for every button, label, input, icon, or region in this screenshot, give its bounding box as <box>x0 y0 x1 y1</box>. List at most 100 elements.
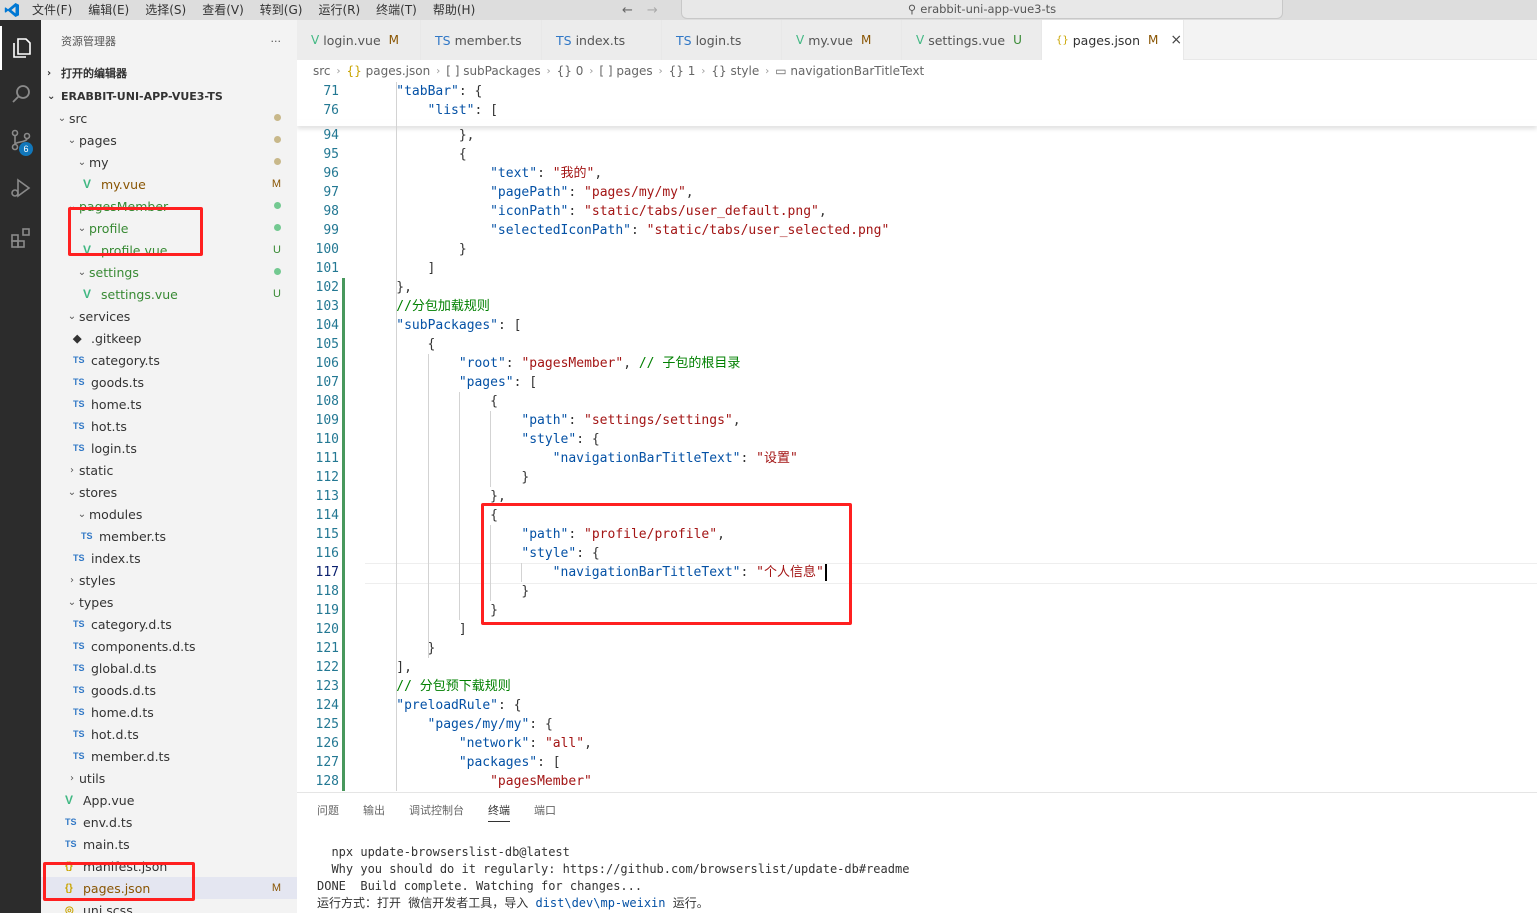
menu-item[interactable]: 选择(S) <box>137 0 194 20</box>
code-line[interactable]: 95 { <box>297 145 1537 164</box>
tree-item[interactable]: {} pages.json M <box>41 877 297 899</box>
explorer-icon[interactable] <box>0 26 41 70</box>
code-line[interactable]: 112} <box>297 468 1537 487</box>
editor-tab[interactable]: TS index.ts <box>542 20 662 60</box>
tree-item[interactable]: Vmy.vue M <box>41 173 297 195</box>
panel-tab[interactable]: 调试控制台 <box>409 802 464 818</box>
tree-item[interactable]: ⌄ profile <box>41 217 297 239</box>
menu-item[interactable]: 查看(V) <box>194 0 252 20</box>
search-view-icon[interactable] <box>0 72 41 116</box>
more-actions-icon[interactable]: ··· <box>271 35 282 48</box>
code-line[interactable]: 105 { <box>297 335 1537 354</box>
breadcrumb-item[interactable]: [ ] pages <box>599 64 652 78</box>
tree-item[interactable]: TS hot.d.ts <box>41 723 297 745</box>
tree-item[interactable]: › styles <box>41 569 297 591</box>
close-icon[interactable]: × <box>1170 32 1182 48</box>
editor-tab[interactable]: Vlogin.vue M <box>297 20 421 60</box>
code-line[interactable]: 103 //分包加载规则 <box>297 297 1537 316</box>
code-line[interactable]: 99 "selectedIconPath": "static/tabs/user_… <box>297 221 1537 240</box>
menu-item[interactable]: 终端(T) <box>368 0 425 20</box>
tree-item[interactable]: ⌄ services <box>41 305 297 327</box>
run-debug-icon[interactable] <box>0 166 41 210</box>
tree-item[interactable]: › utils <box>41 767 297 789</box>
breadcrumb-item[interactable]: {} pages.json <box>347 64 431 78</box>
code-line[interactable]: 94}, <box>297 126 1537 145</box>
code-line[interactable]: 102}, <box>297 278 1537 297</box>
code-line[interactable]: 119} <box>297 601 1537 620</box>
open-editors-section[interactable]: › 打开的编辑器 <box>41 62 297 84</box>
menu-item[interactable]: 编辑(E) <box>80 0 137 20</box>
code-line[interactable]: 108 { <box>297 392 1537 411</box>
code-line[interactable]: 123 // 分包预下载规则 <box>297 677 1537 696</box>
code-line[interactable]: 118} <box>297 582 1537 601</box>
project-section[interactable]: ⌄ ERABBIT-UNI-APP-VUE3-TS <box>41 85 297 107</box>
code-line[interactable]: 110 "style": { <box>297 430 1537 449</box>
tree-item[interactable]: TS category.ts <box>41 349 297 371</box>
terminal-path-link[interactable]: dist\dev\mp-weixin <box>535 896 665 910</box>
breadcrumb-item[interactable]: {} 1 <box>669 64 696 78</box>
menu-item[interactable]: 文件(F) <box>24 0 80 20</box>
code-line[interactable]: 104 "subPackages": [ <box>297 316 1537 335</box>
code-line[interactable]: 128 "pagesMember" <box>297 772 1537 791</box>
tree-item[interactable]: TS goods.ts <box>41 371 297 393</box>
panel-tab[interactable]: 问题 <box>317 802 339 818</box>
code-line[interactable]: 122], <box>297 658 1537 677</box>
panel-tab[interactable]: 端口 <box>534 802 556 818</box>
forward-arrow-icon[interactable]: → <box>647 3 658 18</box>
tree-item[interactable]: TS category.d.ts <box>41 613 297 635</box>
tree-item[interactable]: ⌄ src <box>41 107 297 129</box>
tree-item[interactable]: TS member.ts <box>41 525 297 547</box>
tree-item[interactable]: ⌄ stores <box>41 481 297 503</box>
code-line[interactable]: 121} <box>297 639 1537 658</box>
tree-item[interactable]: ⌄ modules <box>41 503 297 525</box>
tree-item[interactable]: TS components.d.ts <box>41 635 297 657</box>
panel-tab[interactable]: 终端 <box>488 802 510 822</box>
code-line[interactable]: 114 { <box>297 506 1537 525</box>
code-line[interactable]: 96 "text": "我的", <box>297 164 1537 183</box>
editor-tab[interactable]: {} pages.json M × <box>1042 20 1184 60</box>
code-line[interactable]: 106 "root": "pagesMember", // 子包的根目录 <box>297 354 1537 373</box>
code-line[interactable]: 113}, <box>297 487 1537 506</box>
tree-item[interactable]: ⌄ settings <box>41 261 297 283</box>
menu-item[interactable]: 转到(G) <box>252 0 311 20</box>
tree-item[interactable]: TS member.d.ts <box>41 745 297 767</box>
menu-item[interactable]: 帮助(H) <box>425 0 483 20</box>
editor-tab[interactable]: TS login.ts <box>662 20 782 60</box>
editor-tab[interactable]: Vmy.vue M <box>782 20 902 60</box>
tree-item[interactable]: TS goods.d.ts <box>41 679 297 701</box>
tree-item[interactable]: {} manifest.json <box>41 855 297 877</box>
code-line[interactable]: 115 "path": "profile/profile", <box>297 525 1537 544</box>
tree-item[interactable]: Vprofile.vue U <box>41 239 297 261</box>
code-line[interactable]: 127 "packages": [ <box>297 753 1537 772</box>
code-line[interactable]: 124 "preloadRule": { <box>297 696 1537 715</box>
tree-item[interactable]: ⌄ types <box>41 591 297 613</box>
tree-item[interactable]: TS home.ts <box>41 393 297 415</box>
tree-item[interactable]: ◆ .gitkeep <box>41 327 297 349</box>
tree-item[interactable]: TS home.d.ts <box>41 701 297 723</box>
code-line[interactable]: 126 "network": "all", <box>297 734 1537 753</box>
panel-tab[interactable]: 输出 <box>363 802 385 818</box>
code-line[interactable]: 98 "iconPath": "static/tabs/user_default.… <box>297 202 1537 221</box>
breadcrumb-item[interactable]: {} style <box>711 64 759 78</box>
tree-item[interactable]: TS main.ts <box>41 833 297 855</box>
tree-item[interactable]: ⌄ pages <box>41 129 297 151</box>
code-line[interactable]: 111 "navigationBarTitleText": "设置" <box>297 449 1537 468</box>
tree-item[interactable]: ⌄ my <box>41 151 297 173</box>
code-line[interactable]: 120] <box>297 620 1537 639</box>
back-arrow-icon[interactable]: ← <box>622 3 633 18</box>
code-editor[interactable]: 71 "tabBar": {76 "list": [94}, 95 {96 "text":… <box>297 82 1537 792</box>
tree-item[interactable]: TS global.d.ts <box>41 657 297 679</box>
code-line[interactable]: 97 "pagePath": "pages/my/my", <box>297 183 1537 202</box>
tree-item[interactable]: › static <box>41 459 297 481</box>
source-control-icon[interactable]: 6 <box>0 118 41 162</box>
menu-item[interactable]: 运行(R) <box>310 0 368 20</box>
command-center-search[interactable]: ⚲ erabbit-uni-app-vue3-ts <box>681 0 1283 19</box>
breadcrumb-item[interactable]: [ ] subPackages <box>446 64 540 78</box>
code-line[interactable]: 100} <box>297 240 1537 259</box>
tree-item[interactable]: TS index.ts <box>41 547 297 569</box>
tree-item[interactable]: TS env.d.ts <box>41 811 297 833</box>
code-line[interactable]: 107 "pages": [ <box>297 373 1537 392</box>
code-line[interactable]: 117 "navigationBarTitleText": "个人信息" <box>297 563 1537 584</box>
tree-item[interactable]: Vsettings.vue U <box>41 283 297 305</box>
breadcrumb-item[interactable]: src <box>313 64 331 78</box>
